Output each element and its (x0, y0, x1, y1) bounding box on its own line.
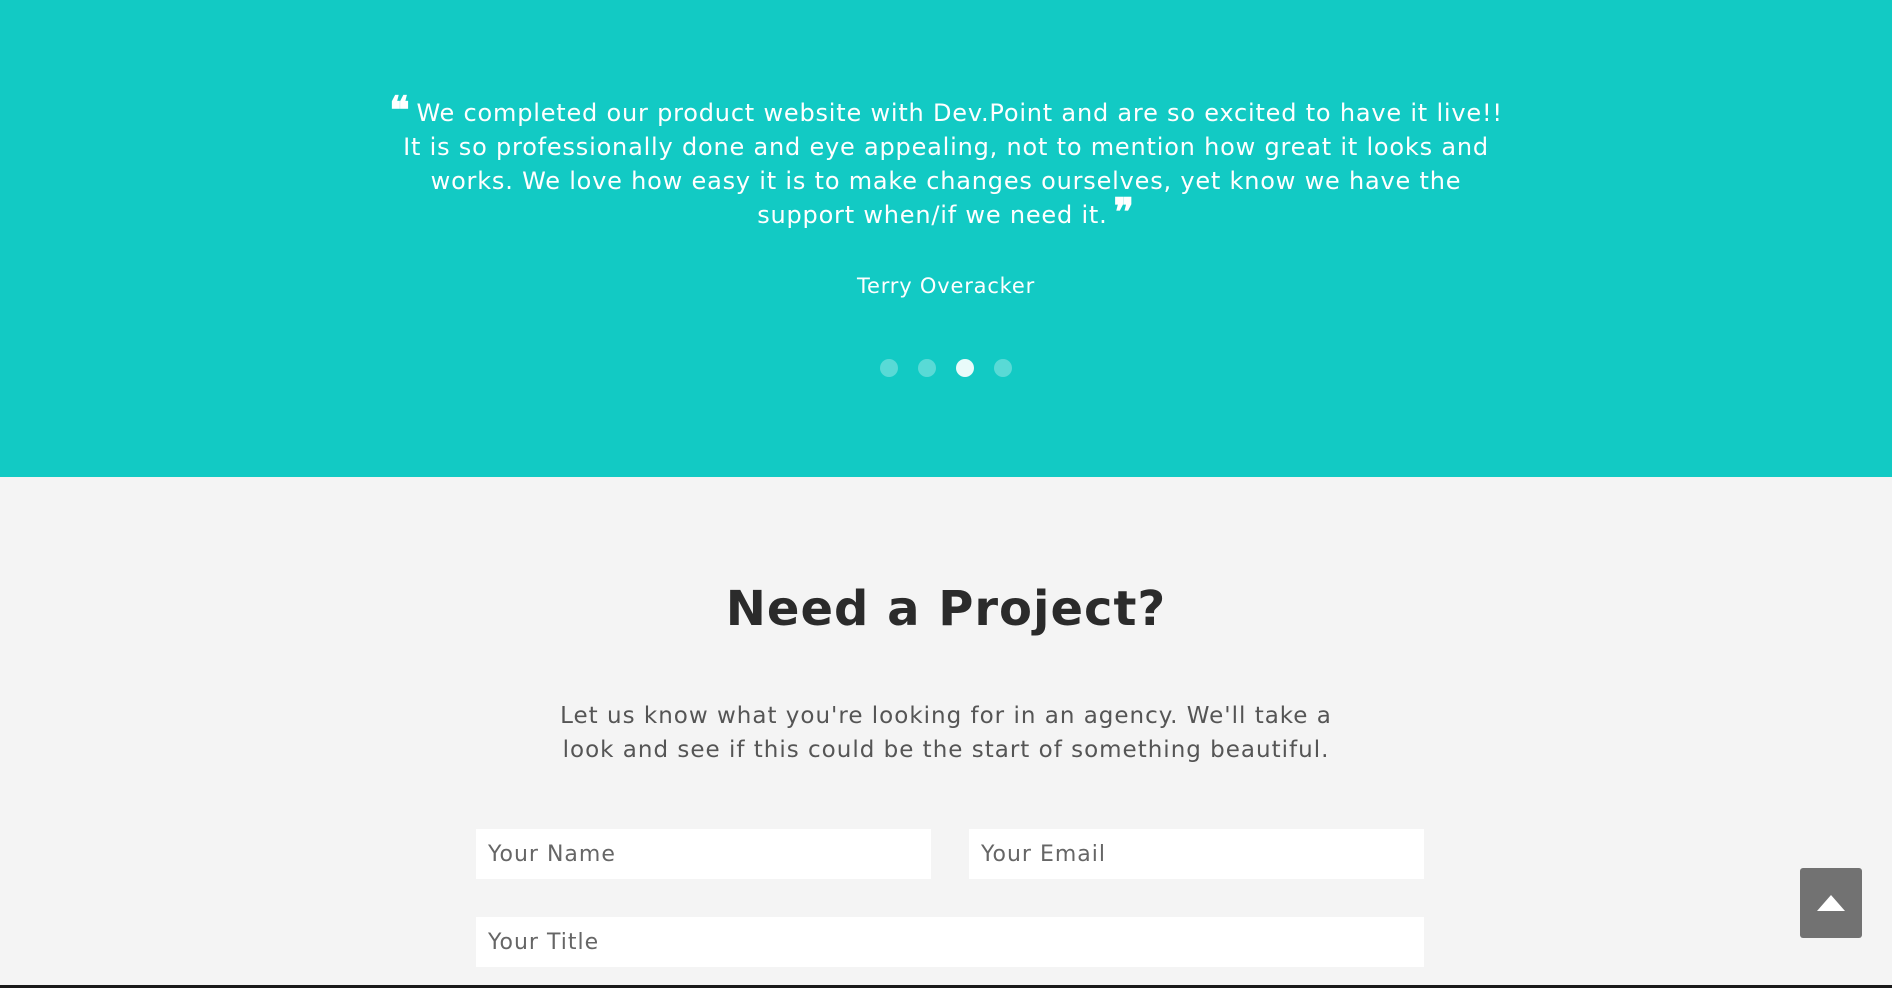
carousel-dot-4[interactable] (994, 359, 1012, 377)
section-title: Need a Project? (725, 581, 1167, 637)
email-input[interactable] (969, 829, 1424, 879)
open-quote-icon: ❝ (389, 87, 411, 132)
section-description: Let us know what you're looking for in a… (560, 703, 1332, 763)
carousel-dot-2[interactable] (918, 359, 936, 377)
title-input[interactable] (476, 917, 1424, 967)
carousel-dot-3[interactable] (956, 359, 974, 377)
back-to-top-button[interactable] (1800, 868, 1862, 938)
project-section: Need a Project? Let us know what you're … (0, 477, 1892, 988)
quote-text: We completed our product website with De… (403, 99, 1503, 229)
testimonial-section: ❝ We completed our product website with D… (0, 0, 1892, 477)
testimonial-quote: ❝ We completed our product website with D… (380, 87, 1512, 234)
carousel-dots (0, 359, 1892, 377)
arrow-up-icon (1817, 895, 1845, 911)
testimonial-author: Terry Overacker (856, 274, 1036, 298)
carousel-dot-1[interactable] (880, 359, 898, 377)
close-quote-icon: ❞ (1113, 189, 1135, 234)
name-input[interactable] (476, 829, 931, 879)
